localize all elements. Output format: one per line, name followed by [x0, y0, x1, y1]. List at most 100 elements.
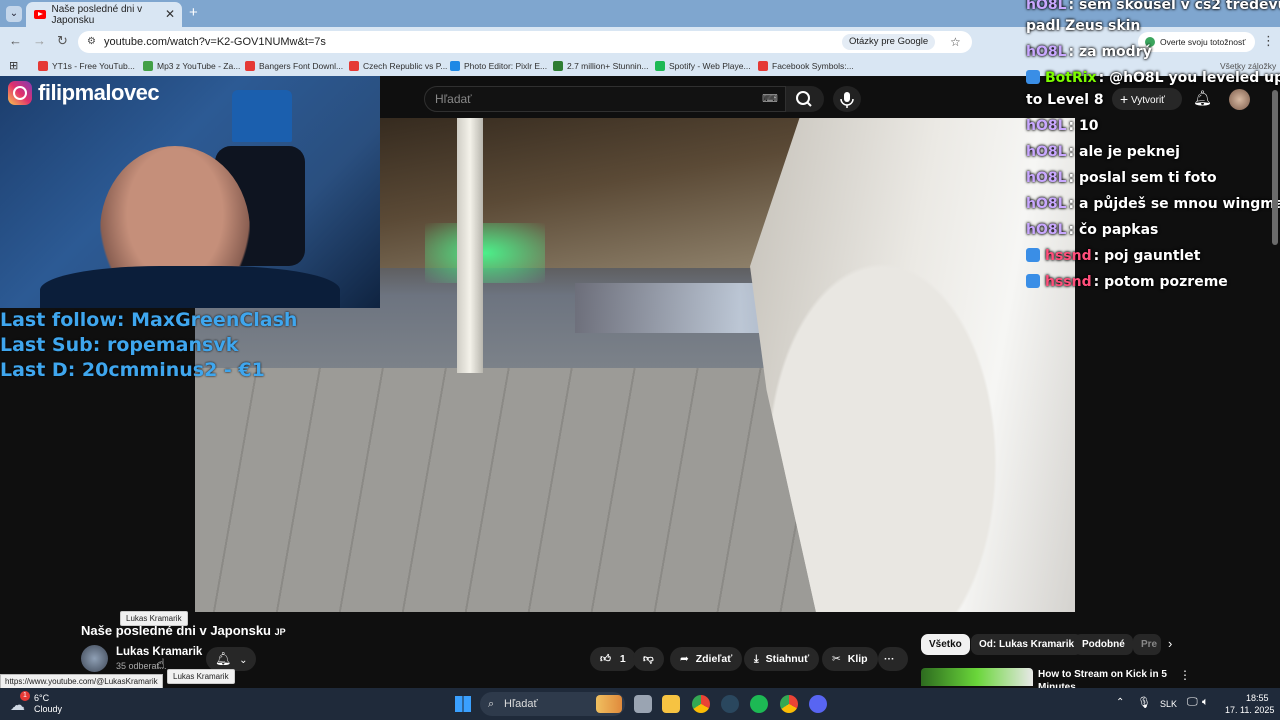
page-scrollbar[interactable]: [1272, 90, 1278, 245]
bookmark-star-icon[interactable]: ☆: [950, 31, 961, 53]
chevron-right-icon[interactable]: ›: [1168, 636, 1172, 651]
new-tab-icon[interactable]: +: [189, 4, 198, 21]
chat-message: to Level 8: [1026, 87, 1104, 113]
chat-text: : 10: [1068, 118, 1099, 134]
taskbar: ☁ 1 6°C Cloudy ⌕ Hľadať ⌃ 🎙︎ SLK 🖵︎ 🔈︎ 1…: [0, 688, 1280, 720]
reload-icon[interactable]: ↻: [57, 33, 68, 49]
bookmark-item[interactable]: 2.7 million+ Stunnin...: [553, 61, 649, 71]
stream-stats: Last follow: MaxGreenClash Last Sub: rop…: [0, 308, 297, 383]
network-icon[interactable]: 🖵︎: [1187, 696, 1198, 709]
account-avatar[interactable]: [1229, 89, 1250, 110]
url-text: youtube.com/watch?v=K2-GOV1NUMw&t=7s: [104, 36, 326, 48]
chat-message: hO8L: 10: [1026, 113, 1099, 139]
browser-tab[interactable]: Naše posledné dni v Japonsku ✕: [26, 2, 182, 27]
share-icon: ➦: [680, 653, 689, 665]
back-icon[interactable]: ←: [9, 33, 22, 48]
keyboard-icon[interactable]: ⌨: [762, 87, 778, 111]
verify-identity-button[interactable]: Overte svoju totožnosť: [1138, 32, 1256, 52]
scissors-icon: ✂: [832, 653, 841, 665]
instagram-icon: [8, 81, 32, 105]
steam-icon[interactable]: [721, 695, 739, 713]
channel-avatar[interactable]: [81, 645, 108, 672]
chat-username: hO8L: [1026, 196, 1067, 212]
menu-dots-icon[interactable]: ⋮: [1262, 33, 1275, 49]
chat-username: hO8L: [1026, 222, 1067, 238]
clip-button[interactable]: ✂ Klip: [822, 647, 878, 671]
chat-text: : ale je peknej: [1068, 144, 1180, 160]
bookmark-favicon-icon: [38, 61, 48, 71]
tab-close-icon[interactable]: ✕: [165, 7, 175, 21]
bookmark-label: Mp3 z YouTube - Za...: [157, 61, 241, 71]
windows-start-icon[interactable]: [455, 696, 471, 712]
address-chip[interactable]: Otázky pre Google: [842, 34, 936, 50]
youtube-icon: [34, 10, 46, 19]
bookmark-item[interactable]: Spotify - Web Playe...: [655, 61, 751, 71]
notifications-bell-icon[interactable]: 🔔︎: [1193, 89, 1212, 107]
chevron-down-icon: ⌄: [239, 655, 248, 666]
microphone-icon[interactable]: [833, 86, 861, 112]
chrome-active-icon[interactable]: [780, 695, 798, 713]
site-info-icon[interactable]: ⚙: [87, 31, 96, 53]
rec-menu-icon[interactable]: ⋮: [1179, 668, 1191, 682]
spotify-icon[interactable]: [750, 695, 768, 713]
last-follow: Last follow: MaxGreenClash: [0, 309, 298, 331]
bookmark-item[interactable]: Bangers Font Downl...: [245, 61, 343, 71]
bookmark-item[interactable]: Mp3 z YouTube - Za...: [143, 61, 240, 71]
bookmark-label: 2.7 million+ Stunnin...: [567, 61, 649, 71]
file-explorer-icon[interactable]: [662, 695, 680, 713]
chip-related[interactable]: Podobné: [1074, 634, 1133, 655]
chat-badge-icon: [1026, 274, 1040, 288]
tab-search-icon[interactable]: ⌄: [6, 6, 22, 22]
share-button[interactable]: ➦ Zdieľať: [670, 647, 743, 671]
bookmark-favicon-icon: [245, 61, 255, 71]
chip-channel[interactable]: Od: Lukas Kramarik: [971, 634, 1083, 655]
bookmark-item[interactable]: Czech Republic vs P...: [349, 61, 447, 71]
url-field[interactable]: ⚙ youtube.com/watch?v=K2-GOV1NUMw&t=7s O…: [78, 31, 972, 53]
more-actions-button[interactable]: ···: [878, 647, 908, 671]
thumbs-down-icon: 👎︎: [643, 653, 654, 665]
chrome-icon[interactable]: [692, 695, 710, 713]
language-indicator[interactable]: SLK: [1160, 699, 1177, 709]
like-button[interactable]: 👍︎ 1: [590, 647, 636, 671]
taskbar-search-label: Hľadať: [504, 698, 538, 710]
clock-date[interactable]: 17. 11. 2025: [1225, 705, 1274, 715]
chat-text: padl Zeus skin: [1026, 18, 1141, 34]
clip-label: Klip: [847, 653, 868, 665]
clock-time[interactable]: 18:55: [1246, 693, 1269, 703]
create-button[interactable]: + Vytvoriť: [1112, 88, 1182, 110]
chat-message: hO8L: čo papkas: [1026, 217, 1158, 243]
last-donation: Last D: 20cmminus2 - €1: [0, 359, 265, 381]
search-icon[interactable]: [786, 86, 824, 112]
bookmark-item[interactable]: Facebook Symbols:...: [758, 61, 854, 71]
bookmark-item[interactable]: YT1s - Free YouTub...: [38, 61, 135, 71]
taskbar-search[interactable]: ⌕ Hľadať: [480, 692, 625, 716]
subscribe-bell-button[interactable]: 🔔︎ ⌄: [206, 647, 256, 671]
download-button[interactable]: ⤓ Stiahnuť: [744, 647, 820, 671]
task-view-icon[interactable]: [634, 695, 652, 713]
recommended-title[interactable]: How to Stream on Kick in 5 Minutes: [1038, 668, 1173, 688]
bell-icon: 🔔︎: [215, 651, 232, 666]
bookmark-favicon-icon: [553, 61, 563, 71]
recommended-thumbnail[interactable]: [921, 668, 1033, 686]
instagram-handle: filipmalovec: [8, 80, 160, 106]
bookmark-label: YT1s - Free YouTub...: [52, 61, 135, 71]
tray-mic-icon[interactable]: 🎙︎: [1137, 696, 1151, 709]
chat-username: hO8L: [1026, 170, 1067, 186]
bookmark-item[interactable]: Photo Editor: Pixlr E...: [450, 61, 547, 71]
youtube-search-input[interactable]: Hľadať ⌨: [424, 86, 786, 112]
chip-more[interactable]: Pre: [1133, 634, 1161, 655]
share-label: Zdieľať: [695, 653, 733, 665]
chat-message: hssnd: poj gauntlet: [1026, 243, 1201, 269]
tray-chevron-icon[interactable]: ⌃: [1116, 697, 1124, 708]
chat-text: : poslal sem ti foto: [1068, 170, 1217, 186]
volume-icon[interactable]: 🔈︎: [1202, 696, 1209, 709]
apps-grid-icon[interactable]: ⊞: [9, 59, 18, 72]
bookmark-favicon-icon: [758, 61, 768, 71]
bookmark-label: Photo Editor: Pixlr E...: [464, 61, 548, 71]
chat-username: hO8L: [1026, 118, 1067, 134]
chip-all[interactable]: Všetko: [921, 634, 970, 655]
forward-icon[interactable]: →: [33, 33, 46, 48]
dislike-button[interactable]: 👎︎: [633, 647, 664, 671]
create-label: Vytvoriť: [1130, 95, 1165, 106]
discord-icon[interactable]: [809, 695, 827, 713]
